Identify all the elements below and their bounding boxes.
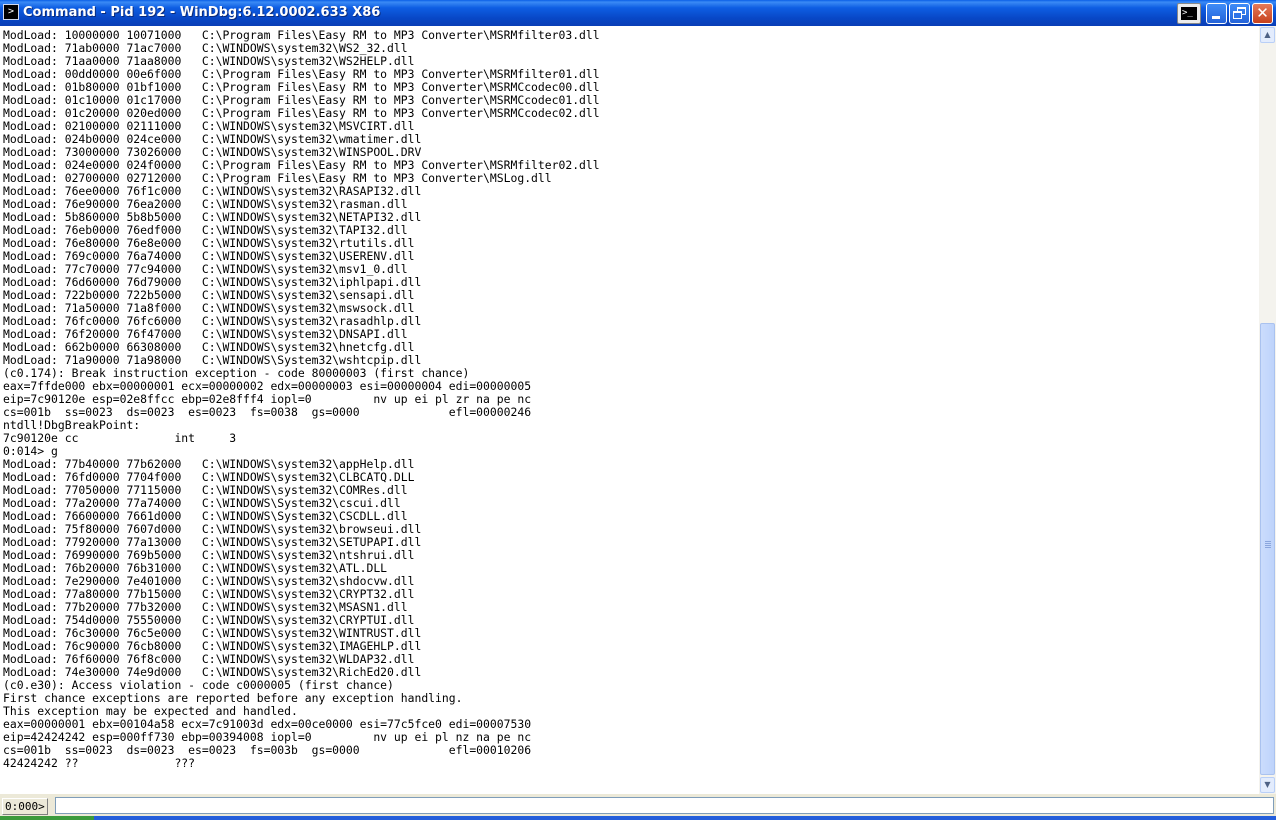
- output-line: ModLoad: 71a90000 71a98000 C:\WINDOWS\Sy…: [3, 353, 422, 367]
- close-icon: ✕: [1256, 4, 1269, 22]
- close-button[interactable]: ✕: [1252, 3, 1273, 24]
- output-line: ModLoad: 024b0000 024ce000 C:\WINDOWS\sy…: [3, 132, 422, 146]
- output-line: ModLoad: 76c90000 76cb8000 C:\WINDOWS\sy…: [3, 639, 422, 653]
- output-line: First chance exceptions are reported bef…: [3, 691, 463, 705]
- output-line: ModLoad: 754d0000 75550000 C:\WINDOWS\sy…: [3, 613, 415, 627]
- command-input[interactable]: [55, 797, 1274, 814]
- output-line: ModLoad: 01c10000 01c17000 C:\Program Fi…: [3, 93, 600, 107]
- output-line: ModLoad: 77920000 77a13000 C:\WINDOWS\sy…: [3, 535, 422, 549]
- title-bar[interactable]: > Command - Pid 192 - WinDbg:6.12.0002.6…: [0, 0, 1276, 26]
- output-line: ModLoad: 02100000 02111000 C:\WINDOWS\sy…: [3, 119, 415, 133]
- output-line: ModLoad: 76990000 769b5000 C:\WINDOWS\sy…: [3, 548, 415, 562]
- output-line: 7c90120e cc int 3: [3, 431, 237, 445]
- command-prompt: 0:000>: [2, 798, 48, 815]
- output-line: ModLoad: 5b860000 5b8b5000 C:\WINDOWS\sy…: [3, 210, 422, 224]
- output-line: ModLoad: 77b20000 77b32000 C:\WINDOWS\sy…: [3, 600, 408, 614]
- output-line: ModLoad: 77a80000 77b15000 C:\WINDOWS\sy…: [3, 587, 415, 601]
- output-line: ModLoad: 77050000 77115000 C:\WINDOWS\sy…: [3, 483, 408, 497]
- restore-icon-front: [1233, 11, 1242, 19]
- scroll-down-icon[interactable]: ▼: [1260, 777, 1275, 793]
- output-line: ModLoad: 76f60000 76f8c000 C:\WINDOWS\sy…: [3, 652, 415, 666]
- restore-button[interactable]: [1229, 3, 1250, 24]
- output-line: ModLoad: 024e0000 024f0000 C:\Program Fi…: [3, 158, 600, 172]
- output-line: ModLoad: 76eb0000 76edf000 C:\WINDOWS\sy…: [3, 223, 408, 237]
- output-line: ModLoad: 722b0000 722b5000 C:\WINDOWS\sy…: [3, 288, 415, 302]
- output-line: This exception may be expected and handl…: [3, 704, 298, 718]
- output-line: (c0.174): Break instruction exception - …: [3, 366, 470, 380]
- output-line: ModLoad: 76fd0000 7704f000 C:\WINDOWS\sy…: [3, 470, 415, 484]
- scroll-up-icon[interactable]: ▲: [1260, 27, 1275, 43]
- output-line: ModLoad: 76b20000 76b31000 C:\WINDOWS\sy…: [3, 561, 388, 575]
- output-line: ModLoad: 74e30000 74e9d000 C:\WINDOWS\sy…: [3, 665, 422, 679]
- start-button-strip[interactable]: [0, 816, 94, 820]
- output-line: ntdll!DbgBreakPoint:: [3, 418, 141, 432]
- scrollbar-grip-icon: [1265, 541, 1271, 542]
- output-line: ModLoad: 00dd0000 00e6f000 C:\Program Fi…: [3, 67, 600, 81]
- output-line: cs=001b ss=0023 ds=0023 es=0023 fs=003b …: [3, 743, 532, 757]
- output-line: ModLoad: 76f20000 76f47000 C:\WINDOWS\sy…: [3, 327, 408, 341]
- command-window-icon: >_: [1181, 7, 1197, 20]
- output-line: ModLoad: 71a50000 71a8f000 C:\WINDOWS\sy…: [3, 301, 415, 315]
- output-line: ModLoad: 76ee0000 76f1c000 C:\WINDOWS\sy…: [3, 184, 422, 198]
- vertical-scrollbar[interactable]: ▲ ▼: [1259, 26, 1276, 794]
- command-output-text: ModLoad: 10000000 10071000 C:\Program Fi…: [3, 29, 600, 770]
- output-line: ModLoad: 76600000 7661d000 C:\WINDOWS\Sy…: [3, 509, 408, 523]
- output-line: 0:014> g: [3, 444, 58, 458]
- window-title: Command - Pid 192 - WinDbg:6.12.0002.633…: [23, 5, 381, 20]
- output-line: ModLoad: 77c70000 77c94000 C:\WINDOWS\sy…: [3, 262, 408, 276]
- output-line: eax=7ffde000 ebx=00000001 ecx=00000002 e…: [3, 379, 532, 393]
- output-line: ModLoad: 02700000 02712000 C:\Program Fi…: [3, 171, 552, 185]
- output-line: ModLoad: 75f80000 7607d000 C:\WINDOWS\sy…: [3, 522, 422, 536]
- output-line: ModLoad: 10000000 10071000 C:\Program Fi…: [3, 28, 600, 42]
- output-line: ModLoad: 76e80000 76e8e000 C:\WINDOWS\sy…: [3, 236, 415, 250]
- output-line: 42424242 ?? ???: [3, 756, 196, 770]
- output-line: ModLoad: 73000000 73026000 C:\WINDOWS\sy…: [3, 145, 422, 159]
- output-line: cs=001b ss=0023 ds=0023 es=0023 fs=0038 …: [3, 405, 532, 419]
- output-line: ModLoad: 7e290000 7e401000 C:\WINDOWS\sy…: [3, 574, 415, 588]
- output-line: ModLoad: 01b80000 01bf1000 C:\Program Fi…: [3, 80, 600, 94]
- scrollbar-thumb[interactable]: [1260, 323, 1275, 775]
- output-line: eax=00000001 ebx=00104a58 ecx=7c91003d e…: [3, 717, 532, 731]
- output-line: ModLoad: 769c0000 76a74000 C:\WINDOWS\sy…: [3, 249, 415, 263]
- command-bar: 0:000>: [0, 794, 1276, 816]
- output-line: ModLoad: 77b40000 77b62000 C:\WINDOWS\sy…: [3, 457, 415, 471]
- output-line: ModLoad: 76fc0000 76fc6000 C:\WINDOWS\sy…: [3, 314, 422, 328]
- taskbar-strip: [0, 816, 1276, 820]
- command-output-pane[interactable]: ModLoad: 10000000 10071000 C:\Program Fi…: [0, 26, 1259, 794]
- console-icon[interactable]: >: [3, 4, 19, 20]
- output-line: ModLoad: 71ab0000 71ac7000 C:\WINDOWS\sy…: [3, 41, 408, 55]
- output-line: ModLoad: 71aa0000 71aa8000 C:\WINDOWS\sy…: [3, 54, 415, 68]
- output-line: ModLoad: 662b0000 66308000 C:\WINDOWS\sy…: [3, 340, 415, 354]
- output-line: (c0.e30): Access violation - code c00000…: [3, 678, 394, 692]
- minimize-button[interactable]: [1206, 3, 1227, 24]
- output-line: eip=42424242 esp=000ff730 ebp=00394008 i…: [3, 730, 532, 744]
- output-line: ModLoad: 76d60000 76d79000 C:\WINDOWS\sy…: [3, 275, 422, 289]
- output-line: ModLoad: 77a20000 77a74000 C:\WINDOWS\Sy…: [3, 496, 401, 510]
- output-line: eip=7c90120e esp=02e8ffcc ebp=02e8fff4 i…: [3, 392, 532, 406]
- command-window-button[interactable]: >_: [1177, 3, 1201, 24]
- minimize-icon: [1212, 16, 1220, 19]
- output-line: ModLoad: 76e90000 76ea2000 C:\WINDOWS\sy…: [3, 197, 408, 211]
- output-line: ModLoad: 76c30000 76c5e000 C:\WINDOWS\sy…: [3, 626, 422, 640]
- output-line: ModLoad: 01c20000 020ed000 C:\Program Fi…: [3, 106, 600, 120]
